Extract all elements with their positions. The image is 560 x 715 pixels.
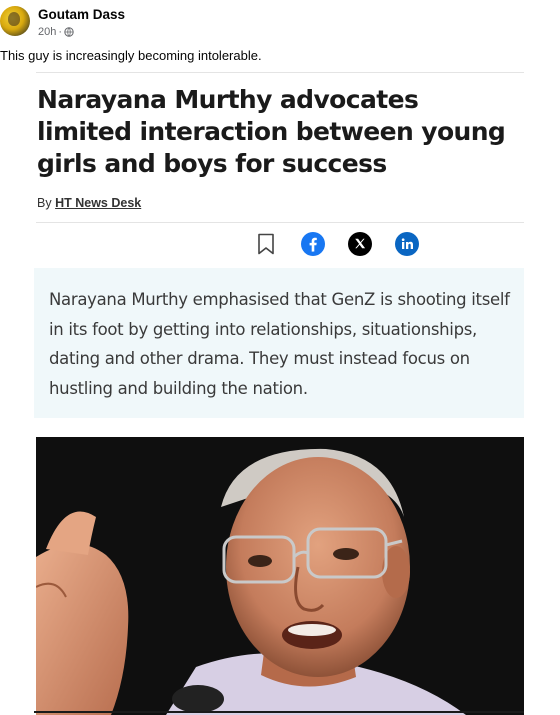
byline-prefix: By xyxy=(37,196,52,210)
divider xyxy=(36,222,524,223)
x-share-button xyxy=(348,232,372,256)
bookmark-button xyxy=(254,232,278,256)
facebook-share-button xyxy=(301,232,325,256)
linkedin-icon xyxy=(395,232,419,256)
globe-icon xyxy=(64,27,74,37)
byline-author-link: HT News Desk xyxy=(55,196,142,210)
avatar[interactable] xyxy=(0,6,30,36)
author-name[interactable]: Goutam Dass xyxy=(38,7,125,22)
post-header: Goutam Dass 20h · This guy is increasing… xyxy=(0,0,560,63)
meta-separator: · xyxy=(58,26,63,38)
bookmark-icon xyxy=(258,233,274,255)
share-toolbar xyxy=(254,232,419,256)
facebook-icon xyxy=(301,232,325,256)
article-photo xyxy=(36,437,524,715)
divider xyxy=(36,72,524,73)
post-caption: This guy is increasingly becoming intole… xyxy=(0,48,262,63)
portrait-image xyxy=(36,437,524,715)
post-time[interactable]: 20h xyxy=(38,26,56,38)
article-byline: By HT News Desk xyxy=(37,196,141,210)
divider xyxy=(34,711,524,713)
article-headline: Narayana Murthy advocates limited intera… xyxy=(37,85,506,178)
shared-screenshot[interactable]: Narayana Murthy advocates limited intera… xyxy=(0,72,560,715)
article-summary: Narayana Murthy emphasised that GenZ is … xyxy=(49,290,510,398)
post-meta: 20h · xyxy=(38,26,74,38)
article-summary-box: Narayana Murthy emphasised that GenZ is … xyxy=(34,268,524,418)
linkedin-share-button xyxy=(395,232,419,256)
x-icon xyxy=(348,232,372,256)
